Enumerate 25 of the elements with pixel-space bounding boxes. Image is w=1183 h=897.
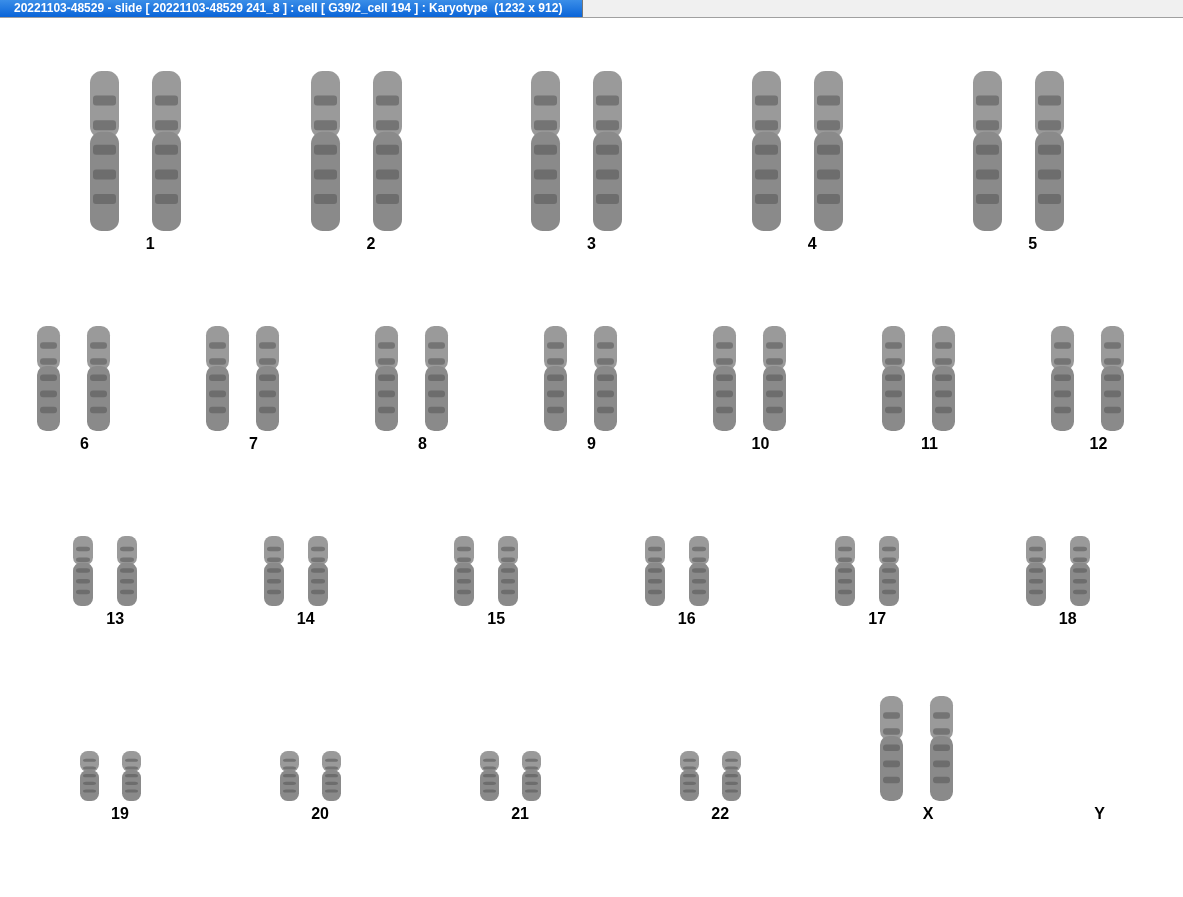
chromosome-number: 21 xyxy=(511,805,529,823)
chromosome-number: 6 xyxy=(80,435,89,453)
chromosome-number: 13 xyxy=(106,610,125,628)
chromosome-number: 11 xyxy=(921,435,938,453)
window-title: 20221103-48529 - slide [ 20221103-48529 241_8 ] : cell [ G39/2_cell 194 ] : Karyotype (1232 x 912) xyxy=(0,0,584,17)
chromosome-number: 12 xyxy=(1089,435,1108,453)
chromosome-number: 14 xyxy=(296,610,315,628)
chromosome-number: Y xyxy=(1094,805,1105,823)
chromosome-number: 8 xyxy=(418,435,427,453)
chromosome-number: 2 xyxy=(366,235,376,253)
chromosome-number: 15 xyxy=(487,610,506,628)
chromosome-number: 22 xyxy=(711,805,730,823)
chromosome-number: 1 xyxy=(145,235,155,253)
chromosome-number: 17 xyxy=(868,610,887,628)
chromosome-number: 9 xyxy=(587,435,596,453)
chromosome-number: 10 xyxy=(751,435,770,453)
chromosome-number: 7 xyxy=(249,435,258,453)
chromosome-number: X xyxy=(922,805,934,823)
chromosome-number: 5 xyxy=(1028,235,1038,253)
chromosome-number: 3 xyxy=(587,235,596,253)
chromosome-number: 4 xyxy=(807,235,817,253)
chromosome-number: 19 xyxy=(111,805,129,823)
chromosome-number: 20 xyxy=(311,805,329,823)
chromosome-number: 16 xyxy=(677,610,696,628)
chromosome-number: 18 xyxy=(1058,610,1077,628)
